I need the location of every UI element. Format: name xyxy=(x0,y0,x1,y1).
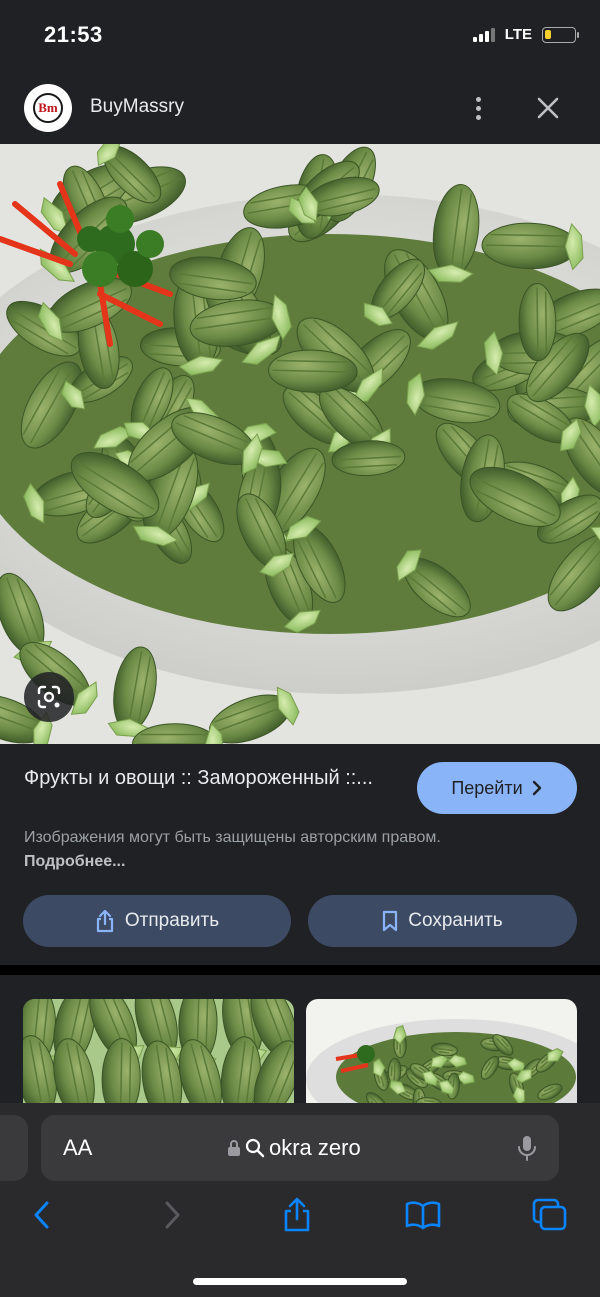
text-size-label: AA xyxy=(63,1135,93,1160)
text-size-button[interactable]: AA xyxy=(63,1135,92,1161)
signal-icon xyxy=(472,27,495,42)
image-viewer-header: Bm BuyMassry xyxy=(0,72,600,144)
home-indicator xyxy=(193,1278,407,1285)
back-icon[interactable] xyxy=(22,1195,62,1235)
site-name[interactable]: BuyMassry xyxy=(90,96,184,118)
chevron-right-icon xyxy=(532,780,541,796)
related-image-thumbnail[interactable] xyxy=(23,999,294,1109)
close-icon[interactable] xyxy=(534,94,562,122)
visit-button[interactable]: Перейти xyxy=(417,762,577,814)
save-button[interactable]: Сохранить xyxy=(308,895,577,947)
battery-level xyxy=(545,29,551,39)
share-label: Отправить xyxy=(124,910,220,931)
url-display[interactable]: okra zero xyxy=(227,1135,361,1161)
okra-bowl-image xyxy=(0,144,600,744)
share-button[interactable]: Отправить xyxy=(23,895,291,947)
url-text: okra zero xyxy=(269,1135,361,1160)
network-label: LTE xyxy=(504,26,532,43)
related-image-thumbnail[interactable] xyxy=(306,999,577,1109)
mic-icon[interactable] xyxy=(517,1134,537,1162)
status-indicators: LTE xyxy=(472,26,579,43)
forward-icon[interactable] xyxy=(152,1195,192,1235)
copyright-text: Изображения могут быть защищены авторски… xyxy=(24,829,441,846)
battery-icon xyxy=(542,26,579,43)
status-time: 21:53 xyxy=(44,22,103,47)
share-icon xyxy=(96,909,113,933)
visit-label: Перейти xyxy=(451,777,523,798)
save-label: Сохранить xyxy=(408,910,503,931)
main-image[interactable] xyxy=(0,144,600,744)
search-icon xyxy=(245,1138,265,1158)
site-logo-text: Bm xyxy=(33,93,63,123)
previous-tab[interactable] xyxy=(0,1115,28,1181)
result-title[interactable]: Фрукты и овощи :: Замороженный ::... xyxy=(24,764,404,793)
book-icon[interactable] xyxy=(403,1195,443,1235)
site-logo[interactable]: Bm xyxy=(24,84,72,132)
lock-icon xyxy=(228,1140,240,1156)
learn-more-link[interactable]: Подробнее... xyxy=(24,853,125,870)
section-divider xyxy=(0,965,600,975)
lens-icon[interactable] xyxy=(24,672,74,722)
more-vert-icon[interactable] xyxy=(466,88,490,128)
status-bar: 21:53 LTE xyxy=(0,0,600,72)
share-icon[interactable] xyxy=(277,1195,317,1235)
bookmark-icon xyxy=(383,910,398,932)
address-bar[interactable]: AA okra zero xyxy=(41,1115,559,1181)
copyright-notice: Изображения могут быть защищены авторски… xyxy=(24,826,444,874)
tabs-icon[interactable] xyxy=(530,1195,570,1235)
